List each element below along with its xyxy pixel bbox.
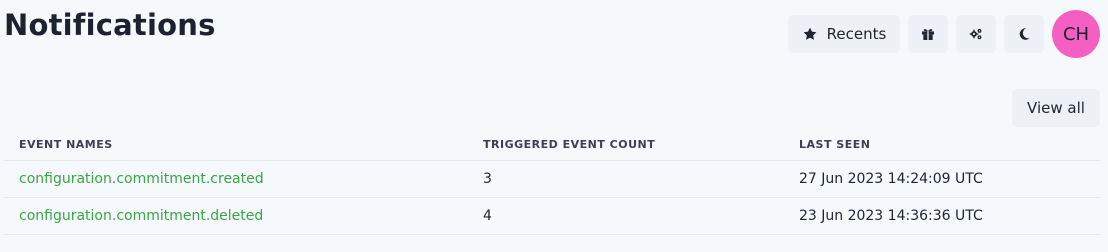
theme-toggle-button[interactable] [1004,15,1044,53]
event-name-cell: configuration.commitment.created [4,160,468,198]
page-title: Notifications [4,8,216,42]
last-seen-cell: 23 Jun 2023 14:36:36 UTC [784,197,1100,235]
column-header-last-seen: LAST SEEN [784,129,1100,161]
gift-button[interactable] [908,15,948,53]
event-count-cell: 4 [468,197,784,235]
event-name-cell: configuration.commitment.deleted [4,197,468,235]
table-header-row: EVENT NAMES TRIGGERED EVENT COUNT LAST S… [4,129,1100,161]
view-all-button[interactable]: View all [1012,89,1100,127]
gift-icon [920,26,936,42]
avatar[interactable]: CH [1052,10,1100,58]
column-header-event-names: EVENT NAMES [4,129,468,161]
events-table: EVENT NAMES TRIGGERED EVENT COUNT LAST S… [4,129,1100,235]
table-row: configuration.commitment.deleted 4 23 Ju… [4,197,1100,235]
last-seen-cell: 27 Jun 2023 14:24:09 UTC [784,160,1100,198]
recents-button[interactable]: Recents [788,15,900,53]
gears-icon [968,26,984,42]
event-name-link[interactable]: configuration.commitment.deleted [19,208,263,224]
settings-button[interactable] [956,15,996,53]
header-actions: Recents CH [788,10,1100,58]
moon-icon [1016,26,1032,42]
table-row: configuration.commitment.created 3 27 Ju… [4,160,1100,198]
column-header-triggered-count: TRIGGERED EVENT COUNT [468,129,784,161]
event-count-cell: 3 [468,160,784,198]
recents-label: Recents [826,25,887,43]
event-name-link[interactable]: configuration.commitment.created [19,171,264,187]
star-icon [802,26,818,42]
